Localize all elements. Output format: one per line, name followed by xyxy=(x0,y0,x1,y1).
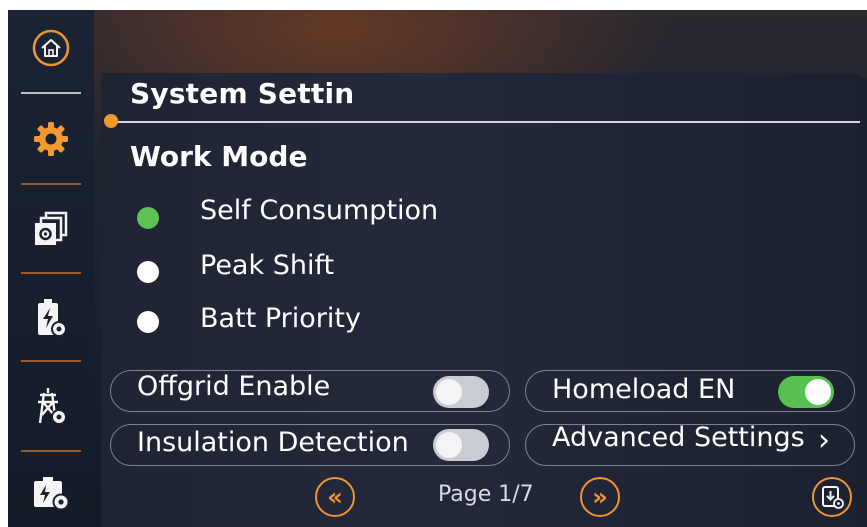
work-mode-option-label[interactable]: Batt Priority xyxy=(200,303,361,334)
toggle-knob xyxy=(805,379,831,405)
work-mode-heading: Work Mode xyxy=(130,140,308,173)
homeload-en-label: Homeload EN xyxy=(552,374,736,405)
sidebar-divider xyxy=(21,450,81,452)
page-indicator: Page 1/7 xyxy=(438,482,534,507)
work-mode-option-label[interactable]: Self Consumption xyxy=(200,195,438,226)
double-chevron-right-icon: » xyxy=(592,483,608,511)
sidebar xyxy=(8,10,94,527)
sidebar-item-device-settings[interactable] xyxy=(8,204,94,254)
tower-gear-icon xyxy=(38,388,67,425)
advanced-settings-label[interactable]: Advanced Settings xyxy=(552,422,805,453)
work-mode-option-label[interactable]: Peak Shift xyxy=(200,250,334,281)
home-icon xyxy=(32,29,70,67)
download-gear-icon xyxy=(822,486,844,509)
radio-batt-priority[interactable] xyxy=(137,311,159,333)
sidebar-item-home[interactable] xyxy=(8,24,94,72)
inverter-gear-icon xyxy=(34,477,70,511)
title-underline xyxy=(110,121,860,123)
sidebar-divider xyxy=(21,92,81,94)
sidebar-item-battery-settings[interactable] xyxy=(8,292,94,344)
insulation-detection-label: Insulation Detection xyxy=(137,427,409,458)
sidebar-item-inverter-settings[interactable] xyxy=(8,468,94,518)
export-settings-button[interactable] xyxy=(812,477,852,517)
double-chevron-left-icon: « xyxy=(327,483,343,511)
sidebar-divider xyxy=(21,272,81,274)
sidebar-item-system-settings[interactable] xyxy=(8,114,94,164)
title-marker-dot xyxy=(104,114,118,128)
offgrid-enable-toggle[interactable] xyxy=(433,376,489,408)
chevron-right-icon: › xyxy=(818,423,830,458)
sidebar-divider xyxy=(21,360,81,362)
battery-gear-icon xyxy=(38,299,67,337)
radio-self-consumption[interactable] xyxy=(137,207,159,229)
homeload-en-toggle[interactable] xyxy=(778,376,834,408)
page-title: System Settin xyxy=(130,77,355,110)
toggle-knob xyxy=(436,379,462,405)
insulation-detection-toggle[interactable] xyxy=(433,429,489,461)
toggle-knob xyxy=(436,432,462,458)
stacked-settings-icon xyxy=(35,211,68,245)
radio-peak-shift[interactable] xyxy=(137,261,159,283)
gear-icon xyxy=(34,122,68,156)
sidebar-item-grid-settings[interactable] xyxy=(8,380,94,432)
prev-page-button[interactable]: « xyxy=(315,477,355,517)
next-page-button[interactable]: » xyxy=(580,477,620,517)
sidebar-divider xyxy=(21,183,81,185)
offgrid-enable-label: Offgrid Enable xyxy=(137,371,331,402)
